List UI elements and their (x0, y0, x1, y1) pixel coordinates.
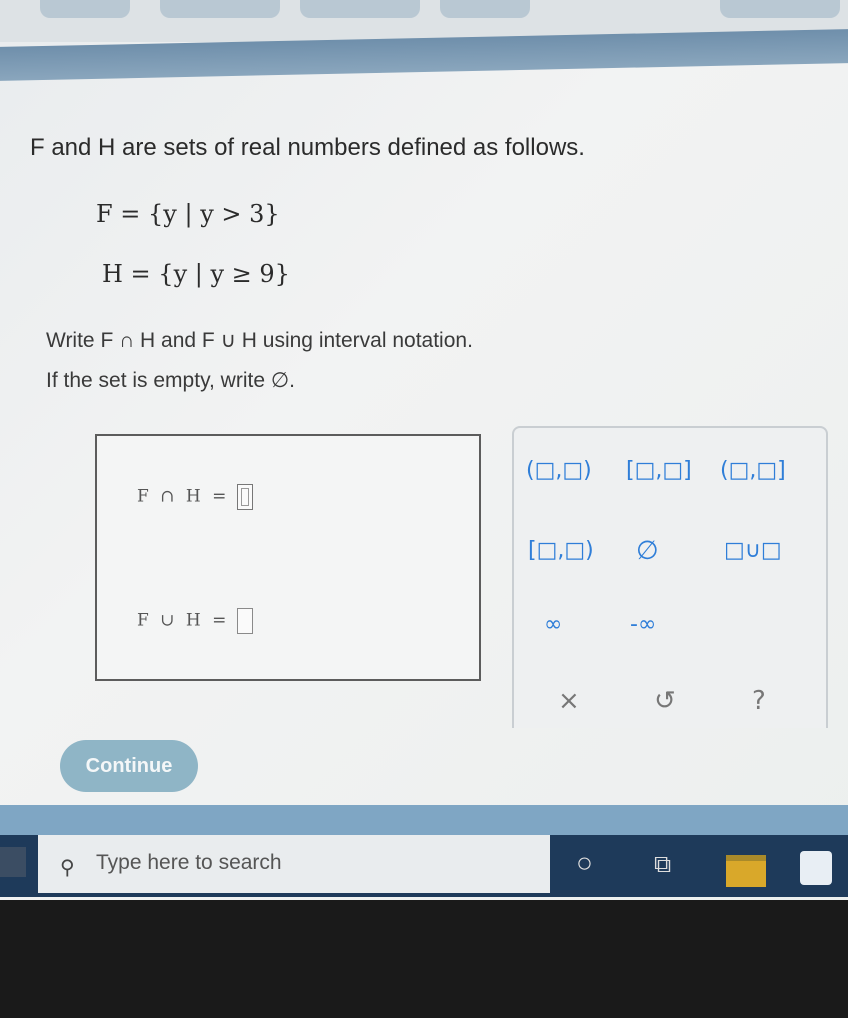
set-h-definition: H = {y | y ≥ 9} (102, 260, 290, 288)
instruction-interval: Write F ∩ H and F ∪ H using interval not… (46, 329, 473, 352)
undo-icon[interactable]: ↺ (654, 686, 676, 716)
infinity-key[interactable]: ∞ (544, 612, 562, 637)
nav-tab-1[interactable] (40, 0, 130, 18)
browser-screen: F and H are sets of real numbers defined… (0, 0, 848, 900)
answer-box: F ∩ H = F ∪ H = (95, 434, 481, 681)
nav-tab-4[interactable] (440, 0, 530, 18)
intersection-input[interactable] (237, 484, 254, 510)
math-keypad: (□,□) [□,□] (□,□] [□,□) ∅ □∪□ ∞ -∞ × ↺ ? (512, 426, 828, 728)
question-panel: F and H are sets of real numbers defined… (0, 72, 848, 808)
app-icon[interactable] (800, 851, 832, 885)
nav-tab-3[interactable] (300, 0, 420, 18)
open-closed-interval-key[interactable]: (□,□] (720, 458, 786, 483)
empty-set-key[interactable]: ∅ (636, 536, 659, 566)
search-icon: ⚲ (60, 857, 75, 879)
intersection-label: F ∩ H = (137, 486, 230, 507)
union-label: F ∪ H = (137, 610, 230, 631)
continue-button[interactable]: Continue (60, 740, 198, 792)
windows-taskbar: ⚲ Type here to search ○ ⧉ (0, 835, 848, 897)
set-f-definition: F = {y | y > 3} (96, 200, 280, 228)
clear-icon[interactable]: × (558, 686, 580, 716)
instruction-empty: If the set is empty, write ∅. (46, 369, 295, 392)
intersection-row: F ∩ H = (137, 484, 254, 510)
union-input[interactable] (237, 608, 254, 634)
nav-tab-5[interactable] (720, 0, 840, 18)
task-view-icon[interactable]: ⧉ (654, 851, 671, 879)
file-explorer-icon[interactable] (726, 855, 766, 887)
page-footer-bar (0, 805, 848, 835)
search-placeholder: Type here to search (96, 851, 282, 874)
neg-infinity-key[interactable]: -∞ (630, 612, 656, 637)
nav-tab-2[interactable] (160, 0, 280, 18)
help-icon[interactable]: ? (752, 686, 766, 716)
closed-open-interval-key[interactable]: [□,□) (528, 538, 594, 563)
problem-intro: F and H are sets of real numbers defined… (30, 134, 585, 161)
union-key[interactable]: □∪□ (724, 538, 782, 563)
taskbar-search[interactable]: ⚲ Type here to search (38, 835, 550, 893)
union-row: F ∪ H = (137, 608, 254, 634)
open-open-interval-key[interactable]: (□,□) (526, 458, 592, 483)
cortana-icon[interactable]: ○ (576, 847, 593, 879)
closed-closed-interval-key[interactable]: [□,□] (626, 458, 692, 483)
start-button[interactable] (0, 847, 26, 877)
